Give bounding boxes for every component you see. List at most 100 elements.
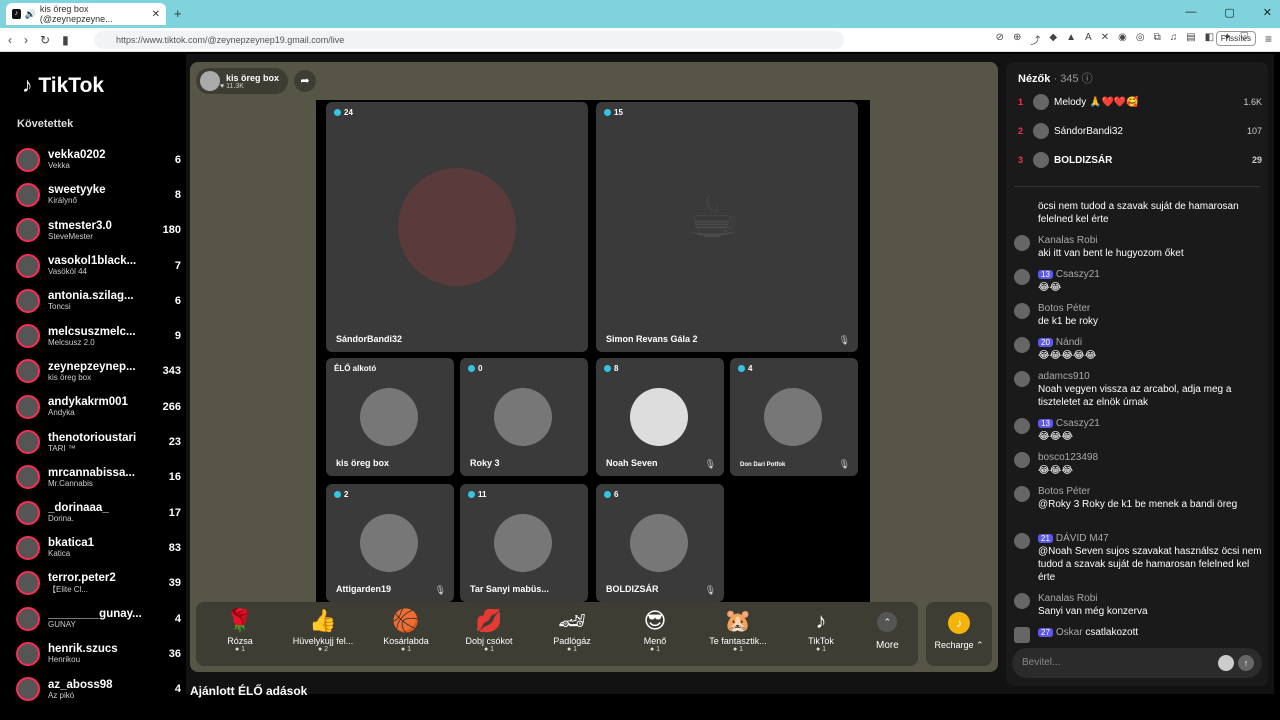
top-viewer[interactable]: 2 SándorBandi32 107 xyxy=(1018,123,1262,139)
avatar xyxy=(16,500,40,525)
url-field[interactable]: https://www.tiktok.com/@zeynepzeynep19.g… xyxy=(94,31,844,49)
following-item[interactable]: vasokol1black... Vasököl 44 7 xyxy=(16,248,181,283)
avatar xyxy=(16,218,40,243)
top-viewer[interactable]: 3 BOLDIZSÁR 29 xyxy=(1018,152,1262,168)
top-viewer[interactable]: 1 Melody 🙏❤️❤️🥰 1.6K xyxy=(1018,94,1262,110)
avatar xyxy=(16,147,40,172)
coin-icon: ♪ xyxy=(948,612,970,634)
following-item[interactable]: stmester3.0 SteveMester 180 xyxy=(16,213,181,248)
forward-icon[interactable]: › xyxy=(24,33,28,47)
following-item[interactable]: melcsuszmelc... Melcsusz 2.0 9 xyxy=(16,318,181,353)
back-icon[interactable]: ‹ xyxy=(8,33,12,47)
guest-cell[interactable]: 2 Attigarden19 🎙 xyxy=(326,484,454,602)
following-item[interactable]: _dorinaaa_ Dorina. 17 xyxy=(16,495,181,530)
following-item[interactable]: terror.peter2 【Elite Cl... 39 xyxy=(16,566,181,601)
browser-tab-bar: ♪ 🔊 kis öreg box (@zeynepzeyne... ✕ + — … xyxy=(0,0,1280,28)
guest-avatar xyxy=(764,388,822,446)
avatar xyxy=(16,571,40,596)
guest-cell[interactable]: 15 ☕ Simon Revans Gála 2 🎙 xyxy=(596,102,858,352)
avatar xyxy=(16,288,40,313)
live-stage: kis öreg box ♥ 11.3K ➦ 24 SándorBandi32 1… xyxy=(190,62,998,672)
guest-cell[interactable]: 4 Don Dari Potfok 🎙 xyxy=(730,358,858,476)
gift-kiss[interactable]: 💋 Dobj csókot ● 1 xyxy=(455,608,523,653)
following-item[interactable]: thenotorioustari TARI ™ 23 xyxy=(16,424,181,459)
guest-cell[interactable]: 0 Roky 3 xyxy=(460,358,588,476)
following-item[interactable]: zeynepzeynep... kis öreg box 343 xyxy=(16,354,181,389)
following-item[interactable]: bkatica1 Katica 83 xyxy=(16,530,181,565)
chat-message: 21 DÁVID M47 @Noah Seven sujos szavakat ha… xyxy=(1014,532,1262,584)
address-bar: ‹ › ↻ ▮ https://www.tiktok.com/@zeynepze… xyxy=(0,28,1280,52)
close-tab-icon[interactable]: ✕ xyxy=(152,9,160,20)
avatar xyxy=(16,253,40,278)
host-likes: ♥ 11.3K xyxy=(220,82,244,90)
more-gifts-button[interactable]: ⌃ More xyxy=(876,612,899,651)
gift-rose[interactable]: 🌹 Rózsa ● 1 xyxy=(206,608,274,653)
avatar xyxy=(1033,94,1049,110)
following-item[interactable]: henrik.szucs Henrikou 36 xyxy=(16,636,181,671)
gift-bar: 🌹 Rózsa ● 1 👍 Hüvelykujj fel... ● 2 🏀 Kosárla… xyxy=(196,602,918,666)
guest-cell[interactable]: 8 Noah Seven 🎙 xyxy=(596,358,724,476)
chat-message: öcsi nem tudod a szavak suját de hamaros… xyxy=(1038,201,1239,225)
avatar xyxy=(16,641,40,666)
avatar xyxy=(1033,152,1049,168)
browser-tab[interactable]: ♪ 🔊 kis öreg box (@zeynepzeyne... ✕ xyxy=(6,3,166,25)
extension-icons[interactable]: ⊘ ⊕ ⤴ ◆ ▲ A ✕ ◉ ◎ ⧉ ♫ ▤ ◧ ✦ ⛉ xyxy=(996,32,1248,47)
sidebar: ♪ TikTok Követettek vekka0202 Vekka 6 swee… xyxy=(6,54,186,702)
host-title: kis öreg box xyxy=(226,72,280,83)
gift-basketball[interactable]: 🏀 Kosárlabda ● 1 xyxy=(372,608,440,653)
send-icon[interactable]: ↑ xyxy=(1238,655,1254,671)
chat-message: 13 Csaszy21 😂😂 xyxy=(1014,268,1262,294)
refresh-button[interactable]: Frissítés xyxy=(1215,31,1256,46)
tiktok-page: ♪ TikTok Követettek vekka0202 Vekka 6 swee… xyxy=(6,54,1274,702)
chat-message: 20 Nándi 😂😂😂😂😂 xyxy=(1014,336,1262,362)
bookmark-icon[interactable]: ▮ xyxy=(62,33,69,47)
avatar xyxy=(16,535,40,560)
guest-cell[interactable]: 11 Tar Sanyi mabüs... xyxy=(460,484,588,602)
chevron-up-icon: ⌃ xyxy=(877,612,898,632)
guest-avatar xyxy=(630,388,688,446)
avatar xyxy=(16,430,40,455)
following-item[interactable]: ________gunay... GUNAY 4 xyxy=(16,601,181,636)
gift-padlogaz[interactable]: 🏎 Padlógáz ● 1 xyxy=(538,608,606,653)
new-tab-button[interactable]: + xyxy=(174,6,182,21)
host-badge[interactable]: kis öreg box ♥ 11.3K xyxy=(196,68,288,94)
recharge-button[interactable]: ♪ Recharge ⌃ xyxy=(926,602,992,666)
guest-cell[interactable]: ÉLŐ alkotó kis öreg box xyxy=(326,358,454,476)
viewers-header: Nézők · 345 ⓘ xyxy=(1018,73,1093,85)
tiktok-logo[interactable]: ♪ TikTok xyxy=(22,74,104,98)
info-icon: ⓘ xyxy=(1081,73,1093,85)
following-item[interactable]: antonia.szilag... Toncsi 6 xyxy=(16,283,181,318)
chat-message: 27 Oskar csatlakozott xyxy=(1014,626,1262,643)
muted-mic-icon: 🎙 xyxy=(704,585,716,595)
gift-hamster[interactable]: 🐹 Te fantasztik... ● 1 xyxy=(704,608,772,653)
close-window-button[interactable]: ✕ xyxy=(1263,6,1272,19)
emoji-icon[interactable] xyxy=(1218,655,1234,671)
minimize-button[interactable]: — xyxy=(1185,6,1196,19)
chat-message: 13 Csaszy21 😂😂😂 xyxy=(1014,417,1262,443)
guest-cell[interactable]: 6 BOLDIZSÁR 🎙 xyxy=(596,484,724,602)
avatar xyxy=(1033,123,1049,139)
following-item[interactable]: mrcannabissa... Mr.Cannabis 16 xyxy=(16,460,181,495)
reload-icon[interactable]: ↻ xyxy=(40,33,50,47)
following-list: vekka0202 Vekka 6 sweetyyke Királynő 8 stmes… xyxy=(16,142,181,707)
gift-tiktok[interactable]: ♪ TikTok ● 1 xyxy=(787,608,855,653)
divider xyxy=(1014,186,1260,187)
following-item[interactable]: vekka0202 Vekka 6 xyxy=(16,142,181,177)
chat-panel: Nézők · 345 ⓘ 1 Melody 🙏❤️❤️🥰 1.6K 2 Sándor… xyxy=(1006,62,1268,686)
guest-avatar xyxy=(494,388,552,446)
guest-cell[interactable]: 24 SándorBandi32 xyxy=(326,102,588,352)
menu-icon[interactable]: ≡ xyxy=(1265,32,1272,46)
following-header: Követettek xyxy=(17,118,74,130)
gift-meno[interactable]: 😎 Menő ● 1 xyxy=(621,608,689,653)
speaker-icon: 🔊 xyxy=(24,8,36,19)
following-item[interactable]: andykakrm001 Andyka 266 xyxy=(16,389,181,424)
share-icon[interactable]: ➦ xyxy=(294,70,316,92)
restore-button[interactable]: ▢ xyxy=(1224,6,1234,19)
chat-input[interactable]: Bevitel... ↑ xyxy=(1012,648,1262,678)
chat-message: Kanalas Robi Sanyi van még konzerva xyxy=(1014,592,1262,618)
following-item[interactable]: sweetyyke Királynő 8 xyxy=(16,177,181,212)
gift-thumbs-up[interactable]: 👍 Hüvelykujj fel... ● 2 xyxy=(289,608,357,653)
following-item[interactable]: az_aboss98 Az pikó 4 xyxy=(16,671,181,706)
muted-mic-icon: 🎙 xyxy=(838,335,850,345)
chat-message: Botos Péter de k1 be roky xyxy=(1014,302,1262,328)
